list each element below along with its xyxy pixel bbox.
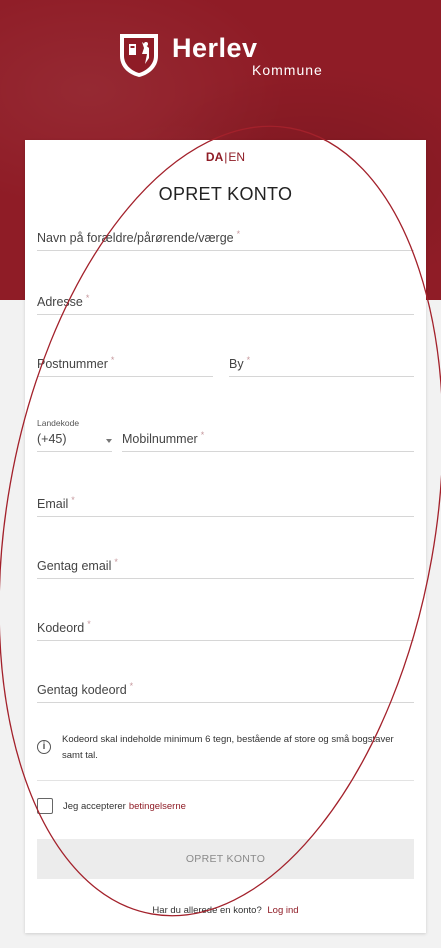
terms-row: Jeg accepterer betingelserne — [37, 798, 186, 814]
postal-code-field[interactable]: Postnummer * — [37, 355, 213, 377]
repeat-password-label: Gentag kodeord — [37, 683, 127, 697]
mobile-field[interactable]: Mobilnummer * — [122, 430, 414, 452]
login-link[interactable]: Log ind — [267, 905, 298, 916]
language-en[interactable]: EN — [228, 150, 245, 164]
herlev-logo[interactable]: Herlev Kommune — [118, 32, 323, 82]
required-marker: * — [87, 619, 91, 629]
password-field[interactable]: Kodeord * — [37, 619, 414, 641]
repeat-email-label: Gentag email — [37, 559, 112, 573]
country-code-select[interactable]: (+45) — [37, 430, 112, 452]
terms-checkbox[interactable] — [37, 798, 53, 814]
signup-card: DA|EN OPRET KONTO Navn på forældre/pårør… — [25, 140, 426, 933]
password-hint-text: Kodeord skal indeholde minimum 6 tegn, b… — [62, 734, 394, 761]
herlev-shield-icon — [120, 34, 158, 77]
city-field[interactable]: By * — [229, 355, 414, 377]
required-marker: * — [236, 229, 241, 239]
repeat-email-field[interactable]: Gentag email * — [37, 557, 414, 579]
brand-name: Herlev — [172, 33, 258, 63]
email-label: Email — [37, 497, 69, 511]
mobile-label: Mobilnummer — [122, 432, 198, 446]
repeat-password-field[interactable]: Gentag kodeord * — [37, 681, 414, 703]
address-field[interactable]: Adresse * — [37, 293, 414, 315]
guardian-name-label: Navn på forældre/pårørende/værge — [37, 231, 234, 245]
brand: Herlev Kommune — [172, 32, 323, 78]
guardian-name-field[interactable]: Navn på forældre/pårørende/værge * — [37, 229, 414, 251]
caret-down-icon — [106, 439, 112, 443]
brand-subtitle: Kommune — [252, 62, 323, 78]
required-marker: * — [129, 681, 134, 691]
language-separator: | — [224, 150, 228, 164]
terms-link[interactable]: betingelserne — [129, 801, 186, 812]
password-label: Kodeord — [37, 621, 85, 635]
required-marker: * — [114, 557, 118, 567]
required-marker: * — [110, 355, 115, 365]
country-code-value: (+45) — [37, 432, 67, 446]
required-marker: * — [246, 355, 251, 365]
city-label: By — [229, 357, 244, 371]
divider — [37, 780, 414, 781]
required-marker: * — [71, 495, 75, 505]
email-field[interactable]: Email * — [37, 495, 414, 517]
address-label: Adresse — [37, 295, 83, 309]
password-hint: i Kodeord skal indeholde minimum 6 tegn,… — [37, 732, 407, 764]
language-switcher: DA|EN — [25, 150, 426, 164]
country-code-label: Landekode — [37, 418, 80, 428]
language-da[interactable]: DA — [206, 150, 223, 164]
login-prompt-text: Har du allerede en konto? — [152, 905, 262, 916]
required-marker: * — [200, 430, 205, 440]
login-prompt: Har du allerede en konto? Log ind — [25, 905, 426, 916]
info-circle-icon: i — [37, 740, 51, 754]
postal-code-label: Postnummer — [37, 357, 108, 371]
page-title: OPRET KONTO — [158, 184, 293, 204]
create-account-button[interactable]: OPRET KONTO — [37, 839, 414, 879]
terms-text: Jeg accepterer — [63, 800, 126, 812]
required-marker: * — [85, 293, 90, 303]
